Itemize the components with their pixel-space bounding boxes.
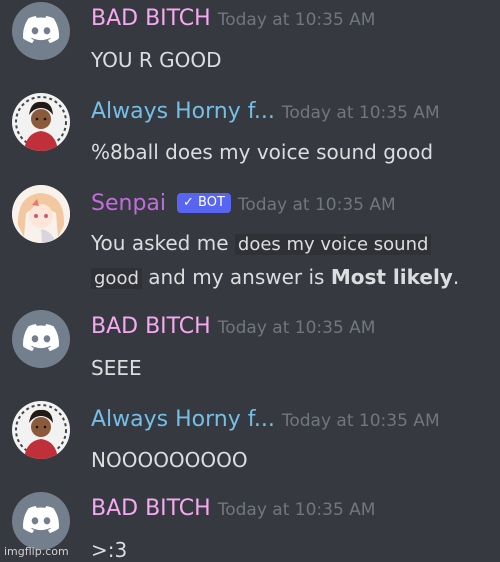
- discord-avatar-icon[interactable]: [12, 492, 70, 550]
- message-2: Always Horny f... Today at 10:35 AM %8ba…: [0, 90, 500, 180]
- quoted-question: does my voice sound: [234, 234, 432, 255]
- imgflip-watermark: imgflip.com: [4, 545, 69, 558]
- timestamp: Today at 10:35 AM: [281, 103, 440, 123]
- timestamp: Today at 10:35 AM: [281, 411, 440, 431]
- discord-avatar-icon[interactable]: [12, 310, 70, 368]
- username-bad-bitch[interactable]: BAD BITCH Today at 10:35 AM: [91, 496, 375, 521]
- timestamp: Today at 10:35 AM: [217, 10, 376, 30]
- message-text: SEEE: [91, 356, 142, 380]
- message-text: >:3: [91, 538, 128, 562]
- username-bad-bitch[interactable]: BAD BITCH Today at 10:35 AM: [91, 314, 375, 339]
- quoted-question-cont: good: [91, 268, 142, 289]
- username-bad-bitch[interactable]: BAD BITCH Today at 10:35 AM: [91, 6, 375, 31]
- message-1: BAD BITCH Today at 10:35 AM YOU R GOOD: [0, 0, 500, 90]
- message-5: Always Horny f... Today at 10:35 AM NOOO…: [0, 398, 500, 488]
- message-4: BAD BITCH Today at 10:35 AM SEEE: [0, 308, 500, 396]
- message-text: NOOOOOOOOO: [91, 448, 248, 472]
- bot-tag: ✓ BOT: [177, 193, 231, 213]
- timestamp: Today at 10:35 AM: [237, 195, 396, 215]
- user-avatar-icon[interactable]: [12, 401, 70, 459]
- user-avatar-icon[interactable]: [12, 93, 70, 151]
- message-text: YOU R GOOD: [91, 48, 222, 72]
- message-3: Senpai ✓ BOT Today at 10:35 AM You asked…: [0, 180, 500, 305]
- message-text-line-2: good and my answer is Most likely.: [91, 265, 459, 289]
- text-prefix: You asked me: [91, 231, 235, 255]
- text-mid: and my answer is: [141, 265, 331, 289]
- text-suffix: .: [452, 265, 460, 289]
- username-senpai[interactable]: Senpai ✓ BOT Today at 10:35 AM: [91, 191, 396, 216]
- message-6: BAD BITCH Today at 10:35 AM >:3: [0, 490, 500, 562]
- timestamp: Today at 10:35 AM: [217, 318, 376, 338]
- message-text-line-1: You asked me does my voice sound: [91, 231, 432, 255]
- bot-avatar-icon[interactable]: [12, 185, 70, 243]
- username-always-horny[interactable]: Always Horny f... Today at 10:35 AM: [91, 407, 440, 432]
- discord-avatar-icon[interactable]: [12, 2, 70, 60]
- timestamp: Today at 10:35 AM: [217, 500, 376, 520]
- message-text: %8ball does my voice sound good: [91, 140, 434, 164]
- eight-ball-answer: Most likely: [330, 265, 453, 289]
- username-always-horny[interactable]: Always Horny f... Today at 10:35 AM: [91, 99, 440, 124]
